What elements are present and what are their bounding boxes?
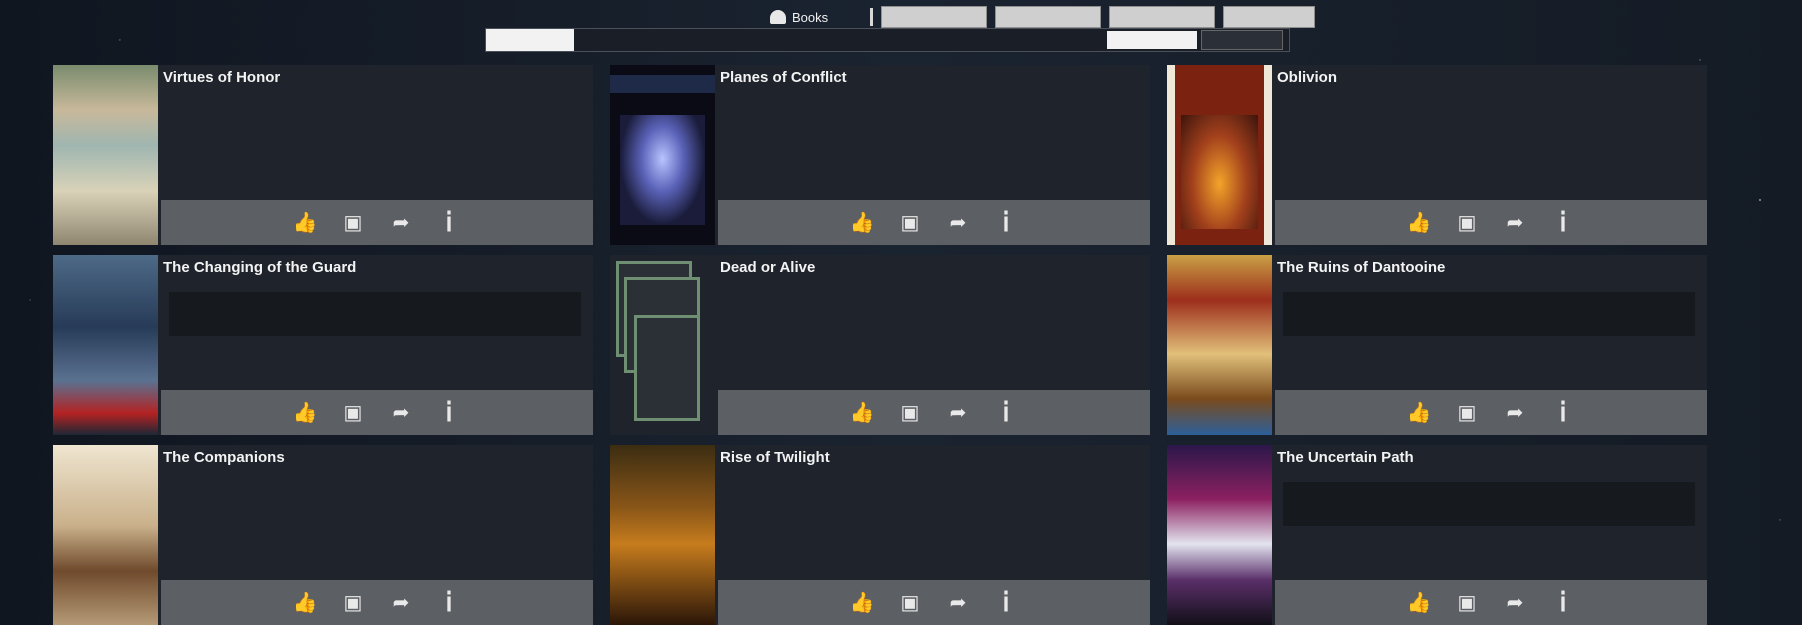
book-card[interactable]: The Ruins of Dantooine 👍 ▣ ➦ ⅰ bbox=[1167, 255, 1707, 435]
nav-button-3[interactable] bbox=[1109, 6, 1215, 28]
share-icon[interactable]: ➦ bbox=[945, 210, 971, 236]
availability-notice bbox=[1283, 482, 1695, 526]
thumbs-up-icon[interactable]: 👍 bbox=[849, 590, 875, 616]
top-bar: Books bbox=[485, 4, 1315, 54]
bookmark-icon[interactable]: ▣ bbox=[897, 590, 923, 616]
book-card[interactable]: Dead or Alive 👍 ▣ ➦ ⅰ bbox=[610, 255, 1150, 435]
mode-tab-1[interactable] bbox=[486, 29, 574, 51]
book-grid: Virtues of Honor 👍 ▣ ➦ ⅰ Planes of Confl… bbox=[53, 65, 1713, 625]
filter-bar bbox=[485, 28, 1290, 52]
mode-tab-3[interactable] bbox=[602, 29, 630, 51]
thumbs-up-icon[interactable]: 👍 bbox=[292, 590, 318, 616]
nav-divider bbox=[870, 8, 873, 26]
share-icon[interactable]: ➦ bbox=[388, 400, 414, 426]
bookmark-icon[interactable]: ▣ bbox=[897, 400, 923, 426]
book-cover[interactable] bbox=[610, 65, 715, 245]
book-card[interactable]: Planes of Conflict 👍 ▣ ➦ ⅰ bbox=[610, 65, 1150, 245]
bookmark-icon[interactable]: ▣ bbox=[897, 210, 923, 236]
card-actions: 👍 ▣ ➦ ⅰ bbox=[161, 580, 593, 625]
book-title[interactable]: Oblivion bbox=[1277, 69, 1701, 86]
card-actions: 👍 ▣ ➦ ⅰ bbox=[161, 390, 593, 435]
book-summary bbox=[720, 92, 1144, 148]
book-cover[interactable] bbox=[1167, 255, 1272, 435]
info-icon[interactable]: ⅰ bbox=[1550, 587, 1576, 617]
info-icon[interactable]: ⅰ bbox=[436, 207, 462, 237]
bookmark-icon[interactable]: ▣ bbox=[1454, 400, 1480, 426]
info-icon[interactable]: ⅰ bbox=[993, 587, 1019, 617]
card-actions: 👍 ▣ ➦ ⅰ bbox=[718, 580, 1150, 625]
book-card[interactable]: The Uncertain Path 👍 ▣ ➦ ⅰ bbox=[1167, 445, 1707, 625]
share-icon[interactable]: ➦ bbox=[945, 400, 971, 426]
info-icon[interactable]: ⅰ bbox=[436, 397, 462, 427]
book-cover[interactable] bbox=[53, 65, 158, 245]
sort-label[interactable] bbox=[1107, 31, 1197, 49]
thumbs-up-icon[interactable]: 👍 bbox=[1406, 210, 1432, 236]
book-summary bbox=[163, 472, 587, 528]
share-icon[interactable]: ➦ bbox=[1502, 400, 1528, 426]
card-actions: 👍 ▣ ➦ ⅰ bbox=[1275, 390, 1707, 435]
book-title[interactable]: Rise of Twilight bbox=[720, 449, 1144, 466]
info-icon[interactable]: ⅰ bbox=[993, 207, 1019, 237]
bookmark-icon[interactable]: ▣ bbox=[1454, 590, 1480, 616]
book-card[interactable]: Oblivion 👍 ▣ ➦ ⅰ bbox=[1167, 65, 1707, 245]
book-summary bbox=[163, 92, 587, 148]
book-card[interactable]: Virtues of Honor 👍 ▣ ➦ ⅰ bbox=[53, 65, 593, 245]
book-cover[interactable] bbox=[53, 445, 158, 625]
book-card[interactable]: The Companions 👍 ▣ ➦ ⅰ bbox=[53, 445, 593, 625]
bookmark-icon[interactable]: ▣ bbox=[340, 210, 366, 236]
bookmark-icon[interactable]: ▣ bbox=[340, 400, 366, 426]
book-cover[interactable] bbox=[53, 255, 158, 435]
book-card[interactable]: The Changing of the Guard 👍 ▣ ➦ ⅰ bbox=[53, 255, 593, 435]
book-cover[interactable] bbox=[1167, 65, 1272, 245]
top-nav: Books bbox=[770, 6, 1315, 28]
thumbs-up-icon[interactable]: 👍 bbox=[1406, 400, 1432, 426]
bookmark-icon[interactable]: ▣ bbox=[1454, 210, 1480, 236]
book-card[interactable]: Rise of Twilight 👍 ▣ ➦ ⅰ bbox=[610, 445, 1150, 625]
nav-button-1[interactable] bbox=[881, 6, 987, 28]
sort-select[interactable] bbox=[1201, 30, 1283, 50]
info-icon[interactable]: ⅰ bbox=[993, 397, 1019, 427]
book-title[interactable]: The Uncertain Path bbox=[1277, 449, 1701, 466]
home-link[interactable]: Books bbox=[770, 10, 852, 25]
book-summary bbox=[720, 282, 1144, 338]
thumbs-up-icon[interactable]: 👍 bbox=[849, 210, 875, 236]
share-icon[interactable]: ➦ bbox=[1502, 210, 1528, 236]
book-summary bbox=[1277, 92, 1701, 148]
info-icon[interactable]: ⅰ bbox=[436, 587, 462, 617]
nav-button-4[interactable] bbox=[1223, 6, 1315, 28]
card-actions: 👍 ▣ ➦ ⅰ bbox=[718, 200, 1150, 245]
thumbs-up-icon[interactable]: 👍 bbox=[849, 400, 875, 426]
book-title[interactable]: The Companions bbox=[163, 449, 587, 466]
thumbs-up-icon[interactable]: 👍 bbox=[292, 210, 318, 236]
share-icon[interactable]: ➦ bbox=[388, 590, 414, 616]
book-cover-placeholder[interactable] bbox=[610, 255, 715, 435]
card-actions: 👍 ▣ ➦ ⅰ bbox=[1275, 580, 1707, 625]
book-summary bbox=[720, 472, 1144, 528]
thumbs-up-icon[interactable]: 👍 bbox=[1406, 590, 1432, 616]
home-icon bbox=[770, 10, 786, 24]
book-title[interactable]: Planes of Conflict bbox=[720, 69, 1144, 86]
book-title[interactable]: The Changing of the Guard bbox=[163, 259, 587, 276]
book-title[interactable]: Virtues of Honor bbox=[163, 69, 587, 86]
info-icon[interactable]: ⅰ bbox=[1550, 397, 1576, 427]
nav-button-2[interactable] bbox=[995, 6, 1101, 28]
book-cover[interactable] bbox=[1167, 445, 1272, 625]
brand-label: Books bbox=[792, 9, 829, 25]
thumbs-up-icon[interactable]: 👍 bbox=[292, 400, 318, 426]
share-icon[interactable]: ➦ bbox=[1502, 590, 1528, 616]
card-actions: 👍 ▣ ➦ ⅰ bbox=[161, 200, 593, 245]
card-actions: 👍 ▣ ➦ ⅰ bbox=[718, 390, 1150, 435]
book-title[interactable]: Dead or Alive bbox=[720, 259, 1144, 276]
book-cover[interactable] bbox=[610, 445, 715, 625]
card-actions: 👍 ▣ ➦ ⅰ bbox=[1275, 200, 1707, 245]
mode-tab-2[interactable] bbox=[574, 29, 602, 51]
bookmark-icon[interactable]: ▣ bbox=[340, 590, 366, 616]
share-icon[interactable]: ➦ bbox=[388, 210, 414, 236]
share-icon[interactable]: ➦ bbox=[945, 590, 971, 616]
book-title[interactable]: The Ruins of Dantooine bbox=[1277, 259, 1701, 276]
availability-notice bbox=[169, 292, 581, 336]
info-icon[interactable]: ⅰ bbox=[1550, 207, 1576, 237]
availability-notice bbox=[1283, 292, 1695, 336]
